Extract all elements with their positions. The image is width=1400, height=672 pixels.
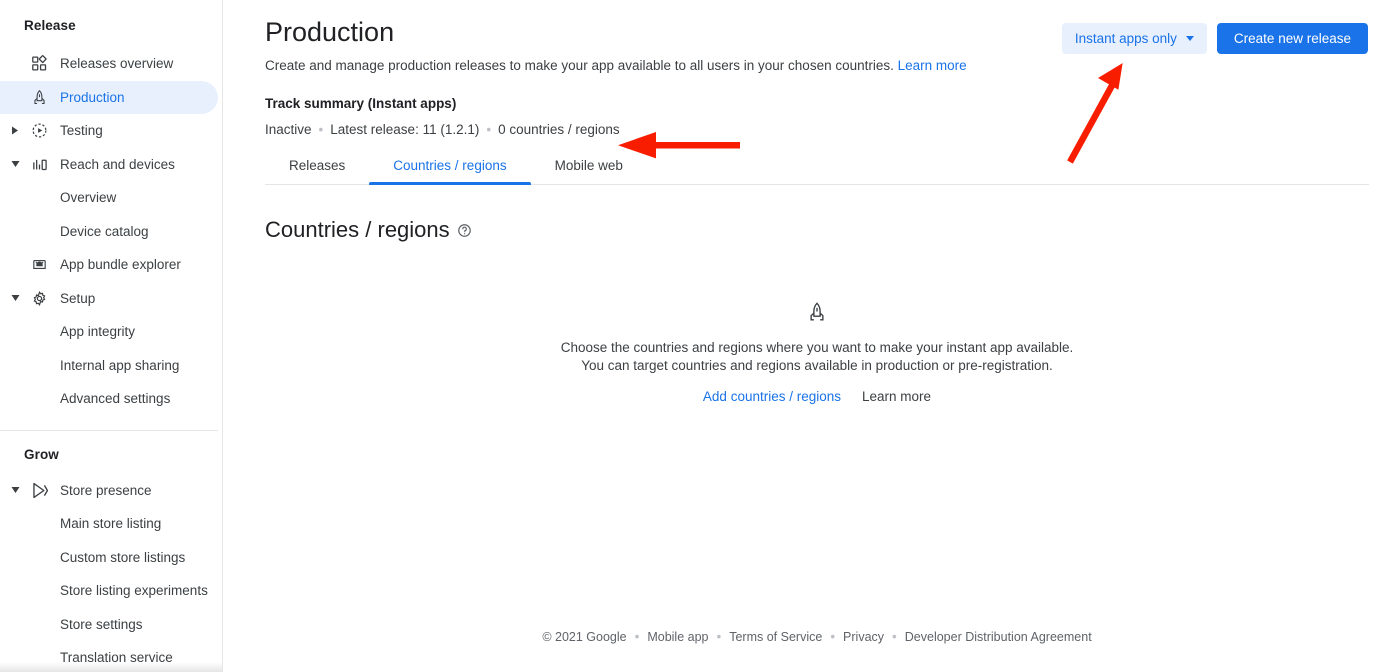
empty-state-line-1: Choose the countries and regions where y… xyxy=(560,340,1074,355)
sidebar-item-label: App integrity xyxy=(60,324,136,340)
header-actions: Instant apps only Create new release xyxy=(1061,17,1368,54)
sidebar-item-testing[interactable]: Testing xyxy=(0,114,222,148)
sidebar-item-label: Releases overview xyxy=(60,56,174,72)
sidebar-item-label: Reach and devices xyxy=(60,156,175,172)
create-new-release-button[interactable]: Create new release xyxy=(1216,23,1368,54)
tab-bar: Releases Countries / regions Mobile web xyxy=(265,158,1369,185)
page-header-text: Production Create and manage production … xyxy=(265,17,1062,73)
footer-separator: • xyxy=(634,629,640,644)
page-header: Production Create and manage production … xyxy=(265,0,1368,73)
sidebar-item-label: Advanced settings xyxy=(60,391,171,407)
rocket-icon xyxy=(806,301,828,328)
chevron-right-icon[interactable] xyxy=(6,126,24,135)
empty-state: Choose the countries and regions where y… xyxy=(265,301,1369,404)
play-store-icon xyxy=(24,481,54,500)
main-content: Production Create and manage production … xyxy=(223,0,1400,672)
page-description-text: Create and manage production releases to… xyxy=(265,58,894,73)
sidebar-item-device-catalog[interactable]: Device catalog xyxy=(0,215,222,249)
sidebar-item-store-settings[interactable]: Store settings xyxy=(0,608,222,642)
sidebar-item-label: Setup xyxy=(60,290,96,306)
learn-more-link[interactable]: Learn more xyxy=(898,58,967,73)
sidebar-item-label: Overview xyxy=(60,190,117,206)
section-header: Countries / regions xyxy=(265,217,1368,243)
chevron-down-icon[interactable] xyxy=(6,160,24,168)
sidebar-item-internal-app-sharing[interactable]: Internal app sharing xyxy=(0,349,222,383)
tab-mobile-web[interactable]: Mobile web xyxy=(531,158,647,184)
chevron-down-icon[interactable] xyxy=(6,486,24,494)
sidebar-item-store-presence[interactable]: Store presence xyxy=(0,474,222,508)
footer-copyright: © 2021 Google xyxy=(542,629,627,644)
sidebar-item-advanced-settings[interactable]: Advanced settings xyxy=(0,382,222,416)
sidebar-item-app-bundle-explorer[interactable]: App bundle explorer xyxy=(0,248,222,282)
sidebar-item-label: Device catalog xyxy=(60,223,149,239)
track-summary-title: Track summary (Instant apps) xyxy=(265,96,457,111)
track-summary-meta: Inactive • Latest release: 11 (1.2.1) • … xyxy=(265,122,1368,137)
add-countries-regions-link[interactable]: Add countries / regions xyxy=(703,389,841,404)
help-circle-icon[interactable] xyxy=(457,223,472,238)
bar-chart-icon xyxy=(24,156,54,173)
tab-countries-regions[interactable]: Countries / regions xyxy=(369,158,531,185)
dashboard-icon xyxy=(24,55,54,72)
page-title: Production xyxy=(265,17,395,47)
sidebar-item-app-integrity[interactable]: App integrity xyxy=(0,315,222,349)
sidebar-item-label: Production xyxy=(60,89,125,105)
android-bundle-icon xyxy=(24,256,54,273)
sidebar-item-releases-overview[interactable]: Releases overview xyxy=(0,47,222,81)
rocket-icon xyxy=(24,89,54,106)
empty-state-line-2: You can target countries and regions ava… xyxy=(581,358,1053,373)
instant-apps-filter-label: Instant apps only xyxy=(1074,31,1177,46)
sidebar-item-label: Store presence xyxy=(60,482,152,498)
empty-state-learn-more-link[interactable]: Learn more xyxy=(862,389,931,404)
footer-link-mobile-app[interactable]: Mobile app xyxy=(647,630,708,644)
instant-apps-filter-button[interactable]: Instant apps only xyxy=(1061,23,1207,54)
sidebar-bottom-shadow xyxy=(0,662,222,672)
sidebar-item-store-listing-experiments[interactable]: Store listing experiments xyxy=(0,574,222,608)
footer-link-terms-of-service[interactable]: Terms of Service xyxy=(729,630,822,644)
chevron-down-icon[interactable] xyxy=(6,294,24,302)
sidebar: Release Releases overview Production Tes… xyxy=(0,0,223,672)
footer-link-developer-distribution-agreement[interactable]: Developer Distribution Agreement xyxy=(905,630,1092,644)
track-status: Inactive xyxy=(265,122,312,137)
sidebar-item-custom-store-listings[interactable]: Custom store listings xyxy=(0,541,222,575)
footer-link-privacy[interactable]: Privacy xyxy=(843,630,884,644)
play-circle-dashed-icon xyxy=(24,122,54,139)
sidebar-item-label: App bundle explorer xyxy=(60,257,181,273)
sidebar-item-label: Internal app sharing xyxy=(60,357,180,373)
sidebar-section-title-grow: Grow xyxy=(24,446,59,462)
section-title: Countries / regions xyxy=(265,217,450,242)
sidebar-item-label: Main store listing xyxy=(60,516,162,532)
sidebar-item-main-store-listing[interactable]: Main store listing xyxy=(0,507,222,541)
track-latest-release: Latest release: 11 (1.2.1) xyxy=(330,122,480,137)
tab-releases[interactable]: Releases xyxy=(265,158,369,184)
page-description: Create and manage production releases to… xyxy=(265,58,1062,73)
sidebar-item-label: Custom store listings xyxy=(60,549,186,565)
sidebar-section-title-release: Release xyxy=(24,18,76,33)
track-summary: Track summary (Instant apps) Inactive • … xyxy=(265,96,1368,137)
footer-separator: • xyxy=(716,629,722,644)
app-root: Release Releases overview Production Tes… xyxy=(0,0,1400,672)
sidebar-item-label: Store settings xyxy=(60,616,143,632)
sidebar-item-label: Testing xyxy=(60,123,103,139)
chevron-down-icon xyxy=(1185,36,1194,41)
empty-state-actions: Add countries / regions Learn more xyxy=(703,389,931,404)
track-countries-count: 0 countries / regions xyxy=(498,122,620,137)
gear-icon xyxy=(24,290,54,307)
sidebar-item-setup[interactable]: Setup xyxy=(0,282,222,316)
meta-separator: • xyxy=(486,122,492,137)
meta-separator: • xyxy=(318,122,324,137)
footer-separator: • xyxy=(892,629,897,644)
sidebar-item-overview[interactable]: Overview xyxy=(0,181,222,215)
sidebar-item-production[interactable]: Production xyxy=(0,80,218,114)
footer-separator: • xyxy=(830,629,836,644)
sidebar-item-label: Store listing experiments xyxy=(60,583,208,599)
footer: © 2021 Google • Mobile app • Terms of Se… xyxy=(265,629,1369,644)
sidebar-item-reach-and-devices[interactable]: Reach and devices xyxy=(0,148,222,182)
